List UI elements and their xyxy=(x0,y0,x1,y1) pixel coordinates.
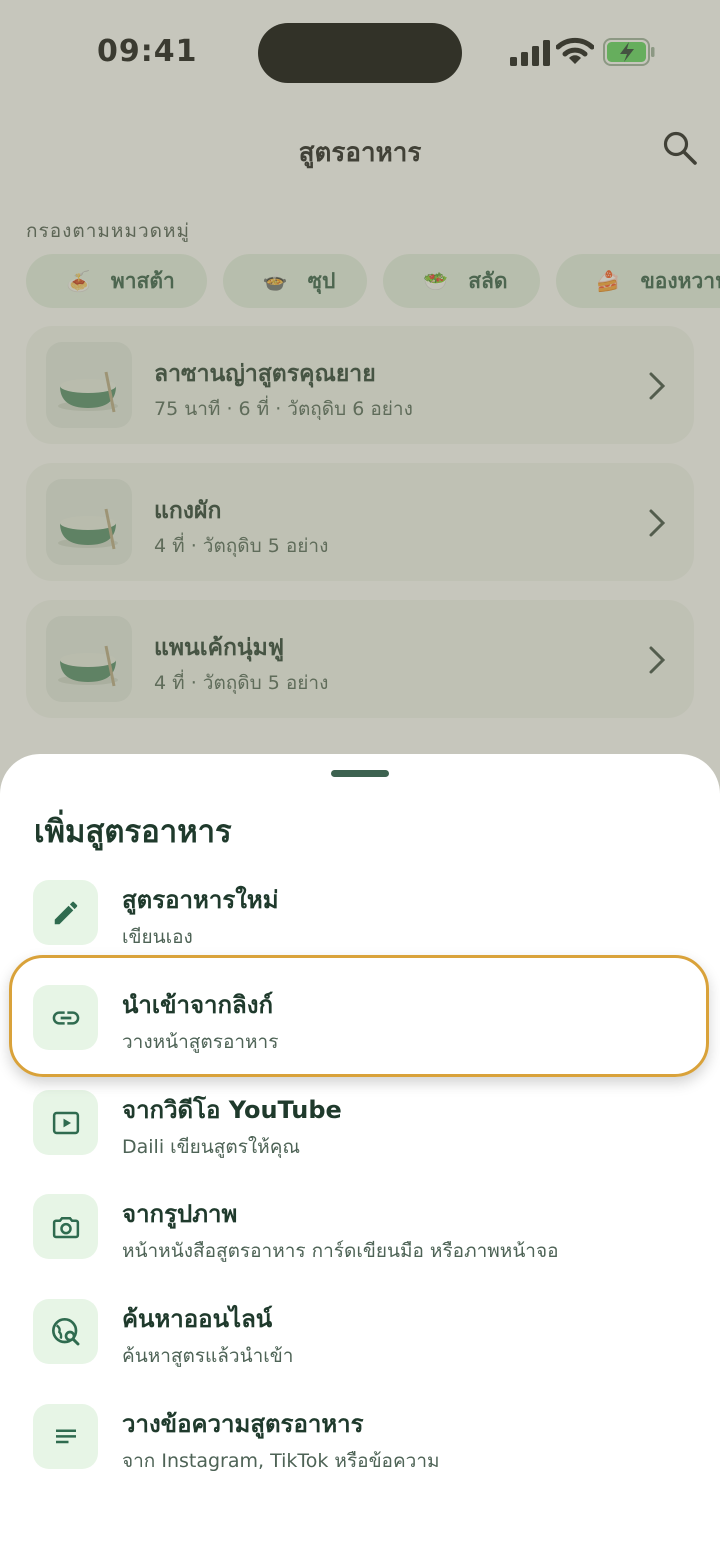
option-subtitle: เขียนเอง xyxy=(122,926,193,948)
sheet-title: เพิ่มสูตรอาหาร xyxy=(34,814,232,850)
sheet-drag-handle[interactable] xyxy=(331,770,389,777)
option-youtube[interactable]: จากวิดีโอ YouTube Daili เขียนสูตรให้คุณ xyxy=(0,1090,720,1186)
highlight-ring xyxy=(9,955,709,1077)
option-title: วางข้อความสูตรอาหาร xyxy=(122,1410,364,1438)
globe-search-icon xyxy=(33,1299,98,1364)
option-title: จากวิดีโอ YouTube xyxy=(122,1096,342,1124)
option-subtitle: หน้าหนังสือสูตรอาหาร การ์ดเขียนมือ หรือภ… xyxy=(122,1240,559,1262)
option-subtitle: Daili เขียนสูตรให้คุณ xyxy=(122,1136,301,1158)
screen: 09:41 สูตรอาหาร กรองตามหมวดหมู่ 🍝 พาสต้า… xyxy=(0,0,720,1564)
option-subtitle: จาก Instagram, TikTok หรือข้อความ xyxy=(122,1450,440,1472)
option-paste-text[interactable]: วางข้อความสูตรอาหาร จาก Instagram, TikTo… xyxy=(0,1404,720,1500)
camera-icon xyxy=(33,1194,98,1259)
option-title: จากรูปภาพ xyxy=(122,1200,238,1228)
pencil-icon xyxy=(33,880,98,945)
option-search-online[interactable]: ค้นหาออนไลน์ ค้นหาสูตรแล้วนำเข้า xyxy=(0,1299,720,1395)
text-lines-icon xyxy=(33,1404,98,1469)
option-title: สูตรอาหารใหม่ xyxy=(122,886,279,914)
option-from-photo[interactable]: จากรูปภาพ หน้าหนังสือสูตรอาหาร การ์ดเขีย… xyxy=(0,1194,720,1290)
option-title: ค้นหาออนไลน์ xyxy=(122,1305,273,1333)
video-play-icon xyxy=(33,1090,98,1155)
option-subtitle: ค้นหาสูตรแล้วนำเข้า xyxy=(122,1345,294,1367)
add-recipe-sheet: เพิ่มสูตรอาหาร สูตรอาหารใหม่ เขียนเอง นำ… xyxy=(0,754,720,1564)
